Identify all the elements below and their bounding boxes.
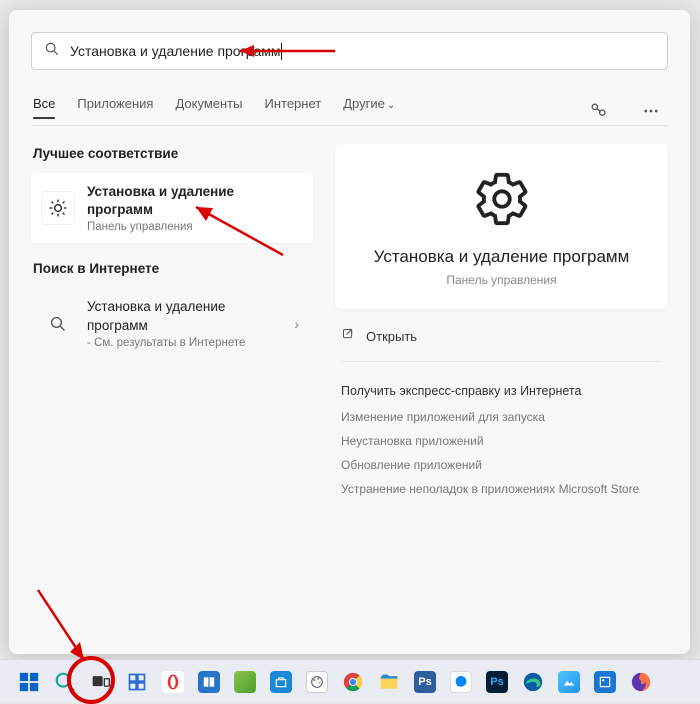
search-bar[interactable]: Установка и удаление программ [31,32,668,70]
result-web-search[interactable]: Установка и удаление программ - См. резу… [31,288,313,358]
result-title: Установка и удаление программ [87,298,282,334]
tab-more[interactable]: Другие⌄ [343,96,395,125]
app-photos2[interactable] [590,667,620,697]
detail-subtitle: Панель управления [446,273,556,287]
taskbar: Ps Ps [0,659,700,703]
search-icon [44,41,60,62]
app-totalcmd[interactable] [194,667,224,697]
gear-icon-large [473,170,531,233]
result-title: Установка и удаление программ [87,183,303,219]
divider [341,361,662,362]
tab-documents[interactable]: Документы [175,96,242,125]
app-edge[interactable] [518,667,548,697]
app-paint[interactable] [302,667,332,697]
open-label: Открыть [366,329,417,344]
open-action[interactable]: Открыть [341,327,662,345]
app-ps2[interactable]: Ps [482,667,512,697]
help-link-4[interactable]: Устранение неполадок в приложениях Micro… [341,482,662,496]
app-firefox[interactable] [626,667,656,697]
widgets-button[interactable] [122,667,152,697]
app-photos[interactable] [554,667,584,697]
help-header: Получить экспресс-справку из Интернета [341,384,662,398]
gear-icon [41,191,75,225]
task-view-button[interactable] [86,667,116,697]
app-chrome[interactable] [338,667,368,697]
app-ps1[interactable]: Ps [410,667,440,697]
app-opera[interactable] [158,667,188,697]
tab-all[interactable]: Все [33,96,55,125]
result-subtitle: - См. результаты в Интернете [87,337,282,349]
result-best-match[interactable]: Установка и удаление программ Панель упр… [31,173,313,243]
more-options-icon[interactable] [636,102,666,120]
related-apps-icon[interactable] [584,101,614,121]
app-explorer[interactable] [374,667,404,697]
search-icon [41,307,75,341]
help-link-1[interactable]: Изменение приложений для запуска [341,410,662,424]
app-notepadpp[interactable] [230,667,260,697]
detail-card: Установка и удаление программ Панель упр… [335,144,668,309]
tab-apps[interactable]: Приложения [77,96,153,125]
app-messenger[interactable] [446,667,476,697]
result-subtitle: Панель управления [87,221,303,233]
tabs-row: Все Приложения Документы Интернет Другие… [31,96,668,125]
start-button[interactable] [14,667,44,697]
search-input-text[interactable]: Установка и удаление программ [70,43,281,59]
detail-title: Установка и удаление программ [374,247,630,267]
help-link-2[interactable]: Неустановка приложений [341,434,662,448]
help-link-3[interactable]: Обновление приложений [341,458,662,472]
start-search-panel: Установка и удаление программ Все Прилож… [9,10,690,654]
taskbar-search-button[interactable] [50,667,80,697]
best-match-header: Лучшее соответствие [33,146,313,161]
web-search-header: Поиск в Интернете [33,261,313,276]
chevron-right-icon: › [294,316,303,332]
tab-internet[interactable]: Интернет [264,96,321,125]
app-store[interactable] [266,667,296,697]
text-caret [281,43,282,60]
open-icon [341,327,356,345]
